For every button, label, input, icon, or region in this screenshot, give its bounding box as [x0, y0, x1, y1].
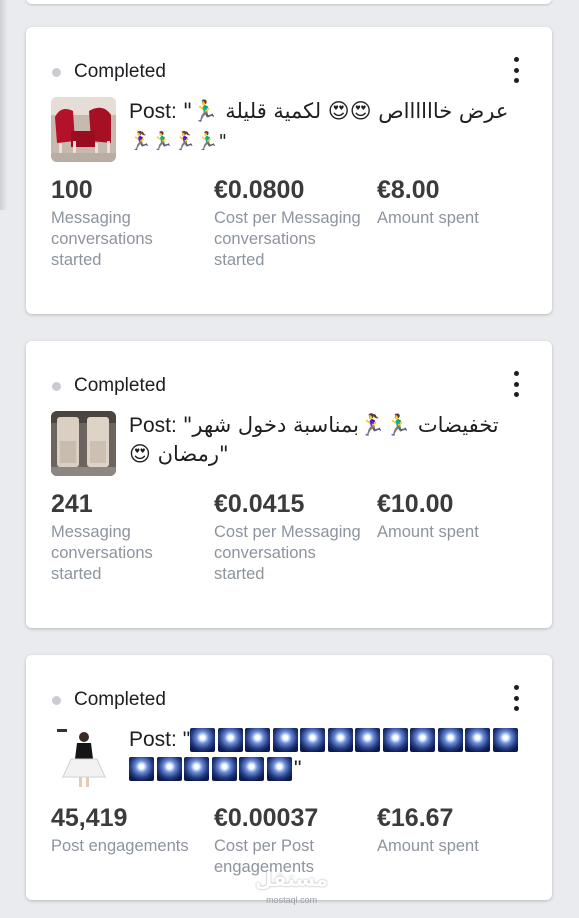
metric-value: €0.00037: [214, 804, 319, 832]
metric-value: €8.00: [377, 176, 440, 204]
status-label: Completed: [74, 375, 166, 396]
sparkles-icon: [382, 728, 408, 753]
metric-caption: Post engagements: [51, 837, 189, 855]
furniture-thumbnail[interactable]: [51, 411, 116, 476]
sparkles-icon: [300, 728, 326, 753]
post-title: Post: " ": [129, 725, 524, 783]
previous-card-edge: [26, 0, 552, 4]
sparkles-emoji-row: [190, 728, 520, 753]
sparkles-icon: [266, 757, 292, 782]
post-text-tail: ": [294, 757, 302, 780]
sparkles-icon: [156, 757, 182, 782]
status-row: Completed: [52, 61, 166, 83]
ad-result-card[interactable]: Completed Post: "🏃‍♂️ عرض خااااااص 😍😍 لك…: [26, 27, 552, 314]
watermark-main: مستقل: [255, 869, 329, 891]
sparkles-icon: [211, 757, 237, 782]
post-text-tail: 🏃‍♀️🏃‍♂️🏃‍♀️🏃‍♂️": [129, 131, 227, 152]
metric-value: €10.00: [377, 490, 454, 518]
metric-caption: Cost per Messaging conversations started: [214, 209, 361, 269]
metric-cost-per-result: €0.00037 Cost per Post engagements: [214, 803, 364, 878]
more-options-icon[interactable]: [512, 685, 520, 711]
status-dot-icon: [52, 381, 61, 391]
ad-result-card[interactable]: Completed Post: " " 45,419 Post engageme…: [26, 655, 552, 900]
metric-amount-spent: €16.67 Amount spent: [377, 803, 527, 857]
post-text-tail: 😍 رمضان": [129, 442, 229, 466]
sparkles-icon: [410, 728, 436, 753]
status-label: Completed: [74, 61, 166, 82]
metric-value: 45,419: [51, 804, 128, 832]
post-text: "تخفيضات 🏃‍♂️🏃‍♀️بمناسبة دخول شهر: [182, 413, 499, 437]
post-title: Post: "تخفيضات 🏃‍♂️🏃‍♀️بمناسبة دخول شهر …: [129, 411, 524, 469]
sparkles-icon: [327, 728, 353, 753]
metric-value: 241: [51, 490, 93, 518]
sparkles-icon: [239, 757, 264, 782]
dress-thumbnail[interactable]: [51, 725, 116, 790]
watermark-logo: مستقل mostaql.com: [255, 870, 328, 910]
sparkles-icon: [437, 728, 463, 753]
post-title: Post: "🏃‍♂️ عرض خااااااص 😍😍 لكمية قليلة …: [129, 97, 524, 156]
status-dot-icon: [52, 695, 61, 705]
metric-value: €0.0415: [214, 490, 305, 518]
metric-cost-per-result: €0.0800 Cost per Messaging conversations…: [214, 175, 364, 271]
status-label: Completed: [74, 689, 166, 710]
metric-value: 100: [51, 176, 93, 204]
sparkles-emoji-row: [129, 757, 294, 782]
metric-caption: Cost per Messaging conversations started: [214, 523, 361, 583]
metric-caption: Amount spent: [377, 837, 479, 855]
sparkles-icon: [355, 728, 381, 753]
watermark-sub: mostaql.com: [266, 895, 318, 905]
post-label: Post:: [129, 100, 183, 123]
metric-value: €16.67: [377, 804, 454, 832]
metric-caption: Amount spent: [377, 209, 479, 227]
left-edge-shadow: [0, 0, 8, 210]
status-row: Completed: [52, 689, 166, 711]
more-options-icon[interactable]: [512, 371, 520, 397]
sparkles-icon: [465, 728, 491, 753]
post-label: Post: ": [129, 728, 191, 751]
status-dot-icon: [52, 67, 61, 77]
metric-value: €0.0800: [214, 176, 305, 204]
sparkles-icon: [190, 728, 216, 753]
sparkles-icon: [245, 728, 271, 753]
metric-amount-spent: €10.00 Amount spent: [377, 489, 527, 543]
post-text: "🏃‍♂️ عرض خااااااص 😍😍 لكمية قليلة: [182, 99, 509, 123]
chairs-thumbnail[interactable]: [51, 97, 116, 162]
ad-result-card[interactable]: Completed Post: "تخفيضات 🏃‍♂️🏃‍♀️بمناسبة…: [26, 341, 552, 628]
metric-caption: Messaging conversations started: [51, 523, 153, 583]
sparkles-icon: [217, 728, 243, 753]
metric-results: 100 Messaging conversations started: [51, 175, 201, 271]
status-row: Completed: [52, 375, 166, 397]
metric-cost-per-result: €0.0415 Cost per Messaging conversations…: [214, 489, 364, 585]
metric-results: 45,419 Post engagements: [51, 803, 201, 857]
post-label: Post:: [129, 414, 183, 437]
sparkles-icon: [492, 728, 518, 753]
metric-amount-spent: €8.00 Amount spent: [377, 175, 527, 229]
metric-caption: Messaging conversations started: [51, 209, 153, 269]
metric-caption: Amount spent: [377, 523, 479, 541]
more-options-icon[interactable]: [512, 57, 520, 83]
sparkles-icon: [129, 757, 154, 782]
sparkles-icon: [184, 757, 209, 782]
metric-results: 241 Messaging conversations started: [51, 489, 201, 585]
sparkles-icon: [272, 728, 298, 753]
